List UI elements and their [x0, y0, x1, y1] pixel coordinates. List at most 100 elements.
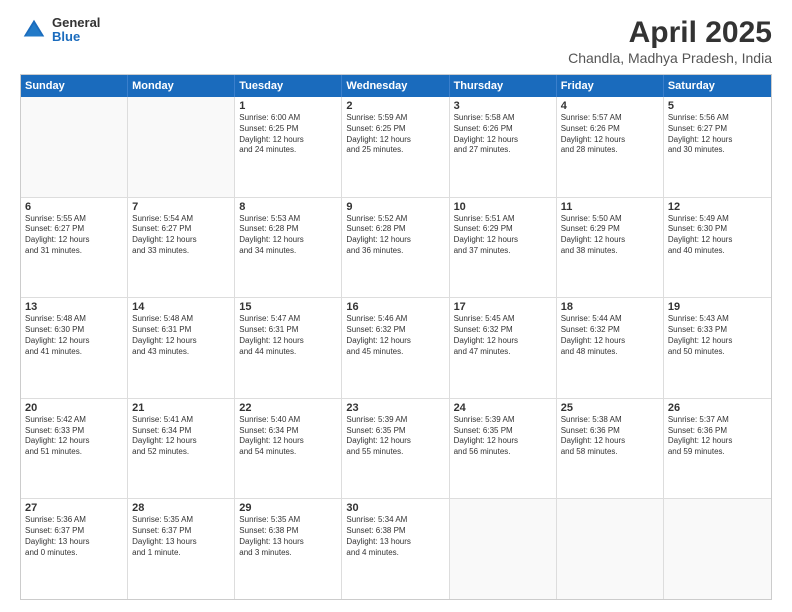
day-info: Sunrise: 5:56 AM Sunset: 6:27 PM Dayligh…	[668, 113, 767, 156]
day-number: 2	[346, 100, 444, 112]
day-number: 27	[25, 502, 123, 514]
day-number: 29	[239, 502, 337, 514]
calendar-cell: 8Sunrise: 5:53 AM Sunset: 6:28 PM Daylig…	[235, 198, 342, 298]
day-number: 25	[561, 402, 659, 414]
day-info: Sunrise: 5:42 AM Sunset: 6:33 PM Dayligh…	[25, 415, 123, 458]
header-day-sunday: Sunday	[21, 75, 128, 97]
page: General Blue April 2025 Chandla, Madhya …	[0, 0, 792, 612]
header-day-friday: Friday	[557, 75, 664, 97]
day-info: Sunrise: 5:58 AM Sunset: 6:26 PM Dayligh…	[454, 113, 552, 156]
calendar-cell: 20Sunrise: 5:42 AM Sunset: 6:33 PM Dayli…	[21, 399, 128, 499]
day-number: 6	[25, 201, 123, 213]
main-title: April 2025	[568, 16, 772, 50]
day-number: 11	[561, 201, 659, 213]
calendar-cell: 14Sunrise: 5:48 AM Sunset: 6:31 PM Dayli…	[128, 298, 235, 398]
day-info: Sunrise: 5:36 AM Sunset: 6:37 PM Dayligh…	[25, 515, 123, 558]
header-day-tuesday: Tuesday	[235, 75, 342, 97]
calendar-cell: 15Sunrise: 5:47 AM Sunset: 6:31 PM Dayli…	[235, 298, 342, 398]
calendar-cell: 3Sunrise: 5:58 AM Sunset: 6:26 PM Daylig…	[450, 97, 557, 197]
logo-line2: Blue	[52, 30, 100, 44]
calendar-cell: 30Sunrise: 5:34 AM Sunset: 6:38 PM Dayli…	[342, 499, 449, 599]
calendar-cell: 25Sunrise: 5:38 AM Sunset: 6:36 PM Dayli…	[557, 399, 664, 499]
day-number: 20	[25, 402, 123, 414]
calendar-cell	[128, 97, 235, 197]
calendar-cell: 2Sunrise: 5:59 AM Sunset: 6:25 PM Daylig…	[342, 97, 449, 197]
day-number: 18	[561, 301, 659, 313]
day-number: 15	[239, 301, 337, 313]
calendar-row-4: 27Sunrise: 5:36 AM Sunset: 6:37 PM Dayli…	[21, 499, 771, 599]
day-info: Sunrise: 5:38 AM Sunset: 6:36 PM Dayligh…	[561, 415, 659, 458]
calendar-cell: 28Sunrise: 5:35 AM Sunset: 6:37 PM Dayli…	[128, 499, 235, 599]
header-day-wednesday: Wednesday	[342, 75, 449, 97]
logo-line1: General	[52, 16, 100, 30]
day-info: Sunrise: 5:51 AM Sunset: 6:29 PM Dayligh…	[454, 214, 552, 257]
calendar-cell	[21, 97, 128, 197]
calendar-cell	[557, 499, 664, 599]
header-day-thursday: Thursday	[450, 75, 557, 97]
calendar-cell: 29Sunrise: 5:35 AM Sunset: 6:38 PM Dayli…	[235, 499, 342, 599]
day-info: Sunrise: 5:44 AM Sunset: 6:32 PM Dayligh…	[561, 314, 659, 357]
day-number: 24	[454, 402, 552, 414]
calendar-cell: 7Sunrise: 5:54 AM Sunset: 6:27 PM Daylig…	[128, 198, 235, 298]
day-number: 16	[346, 301, 444, 313]
calendar: SundayMondayTuesdayWednesdayThursdayFrid…	[20, 74, 772, 600]
day-info: Sunrise: 5:48 AM Sunset: 6:31 PM Dayligh…	[132, 314, 230, 357]
calendar-row-3: 20Sunrise: 5:42 AM Sunset: 6:33 PM Dayli…	[21, 399, 771, 500]
calendar-cell: 24Sunrise: 5:39 AM Sunset: 6:35 PM Dayli…	[450, 399, 557, 499]
day-info: Sunrise: 5:57 AM Sunset: 6:26 PM Dayligh…	[561, 113, 659, 156]
day-number: 12	[668, 201, 767, 213]
day-number: 3	[454, 100, 552, 112]
day-number: 4	[561, 100, 659, 112]
day-number: 1	[239, 100, 337, 112]
calendar-cell: 27Sunrise: 5:36 AM Sunset: 6:37 PM Dayli…	[21, 499, 128, 599]
day-number: 13	[25, 301, 123, 313]
day-number: 28	[132, 502, 230, 514]
day-number: 10	[454, 201, 552, 213]
calendar-cell: 17Sunrise: 5:45 AM Sunset: 6:32 PM Dayli…	[450, 298, 557, 398]
calendar-cell: 18Sunrise: 5:44 AM Sunset: 6:32 PM Dayli…	[557, 298, 664, 398]
header-day-saturday: Saturday	[664, 75, 771, 97]
day-info: Sunrise: 5:47 AM Sunset: 6:31 PM Dayligh…	[239, 314, 337, 357]
calendar-cell: 16Sunrise: 5:46 AM Sunset: 6:32 PM Dayli…	[342, 298, 449, 398]
day-number: 5	[668, 100, 767, 112]
calendar-cell: 21Sunrise: 5:41 AM Sunset: 6:34 PM Dayli…	[128, 399, 235, 499]
calendar-cell: 5Sunrise: 5:56 AM Sunset: 6:27 PM Daylig…	[664, 97, 771, 197]
day-info: Sunrise: 5:34 AM Sunset: 6:38 PM Dayligh…	[346, 515, 444, 558]
day-info: Sunrise: 5:48 AM Sunset: 6:30 PM Dayligh…	[25, 314, 123, 357]
day-info: Sunrise: 5:50 AM Sunset: 6:29 PM Dayligh…	[561, 214, 659, 257]
calendar-cell: 13Sunrise: 5:48 AM Sunset: 6:30 PM Dayli…	[21, 298, 128, 398]
day-info: Sunrise: 5:41 AM Sunset: 6:34 PM Dayligh…	[132, 415, 230, 458]
subtitle: Chandla, Madhya Pradesh, India	[568, 50, 772, 66]
logo: General Blue	[20, 16, 100, 45]
calendar-cell: 12Sunrise: 5:49 AM Sunset: 6:30 PM Dayli…	[664, 198, 771, 298]
calendar-cell: 22Sunrise: 5:40 AM Sunset: 6:34 PM Dayli…	[235, 399, 342, 499]
calendar-cell: 19Sunrise: 5:43 AM Sunset: 6:33 PM Dayli…	[664, 298, 771, 398]
day-number: 7	[132, 201, 230, 213]
calendar-cell: 10Sunrise: 5:51 AM Sunset: 6:29 PM Dayli…	[450, 198, 557, 298]
calendar-header: SundayMondayTuesdayWednesdayThursdayFrid…	[21, 75, 771, 97]
day-info: Sunrise: 5:45 AM Sunset: 6:32 PM Dayligh…	[454, 314, 552, 357]
day-number: 19	[668, 301, 767, 313]
day-info: Sunrise: 5:55 AM Sunset: 6:27 PM Dayligh…	[25, 214, 123, 257]
day-info: Sunrise: 5:53 AM Sunset: 6:28 PM Dayligh…	[239, 214, 337, 257]
day-number: 9	[346, 201, 444, 213]
header: General Blue April 2025 Chandla, Madhya …	[20, 16, 772, 66]
day-info: Sunrise: 5:39 AM Sunset: 6:35 PM Dayligh…	[346, 415, 444, 458]
day-info: Sunrise: 5:46 AM Sunset: 6:32 PM Dayligh…	[346, 314, 444, 357]
day-info: Sunrise: 6:00 AM Sunset: 6:25 PM Dayligh…	[239, 113, 337, 156]
calendar-cell: 11Sunrise: 5:50 AM Sunset: 6:29 PM Dayli…	[557, 198, 664, 298]
day-number: 22	[239, 402, 337, 414]
day-info: Sunrise: 5:39 AM Sunset: 6:35 PM Dayligh…	[454, 415, 552, 458]
calendar-cell: 1Sunrise: 6:00 AM Sunset: 6:25 PM Daylig…	[235, 97, 342, 197]
day-info: Sunrise: 5:37 AM Sunset: 6:36 PM Dayligh…	[668, 415, 767, 458]
calendar-body: 1Sunrise: 6:00 AM Sunset: 6:25 PM Daylig…	[21, 97, 771, 599]
calendar-row-0: 1Sunrise: 6:00 AM Sunset: 6:25 PM Daylig…	[21, 97, 771, 198]
calendar-cell: 6Sunrise: 5:55 AM Sunset: 6:27 PM Daylig…	[21, 198, 128, 298]
day-info: Sunrise: 5:40 AM Sunset: 6:34 PM Dayligh…	[239, 415, 337, 458]
logo-text: General Blue	[52, 16, 100, 45]
day-info: Sunrise: 5:35 AM Sunset: 6:38 PM Dayligh…	[239, 515, 337, 558]
day-number: 30	[346, 502, 444, 514]
title-area: April 2025 Chandla, Madhya Pradesh, Indi…	[568, 16, 772, 66]
day-info: Sunrise: 5:54 AM Sunset: 6:27 PM Dayligh…	[132, 214, 230, 257]
calendar-row-2: 13Sunrise: 5:48 AM Sunset: 6:30 PM Dayli…	[21, 298, 771, 399]
